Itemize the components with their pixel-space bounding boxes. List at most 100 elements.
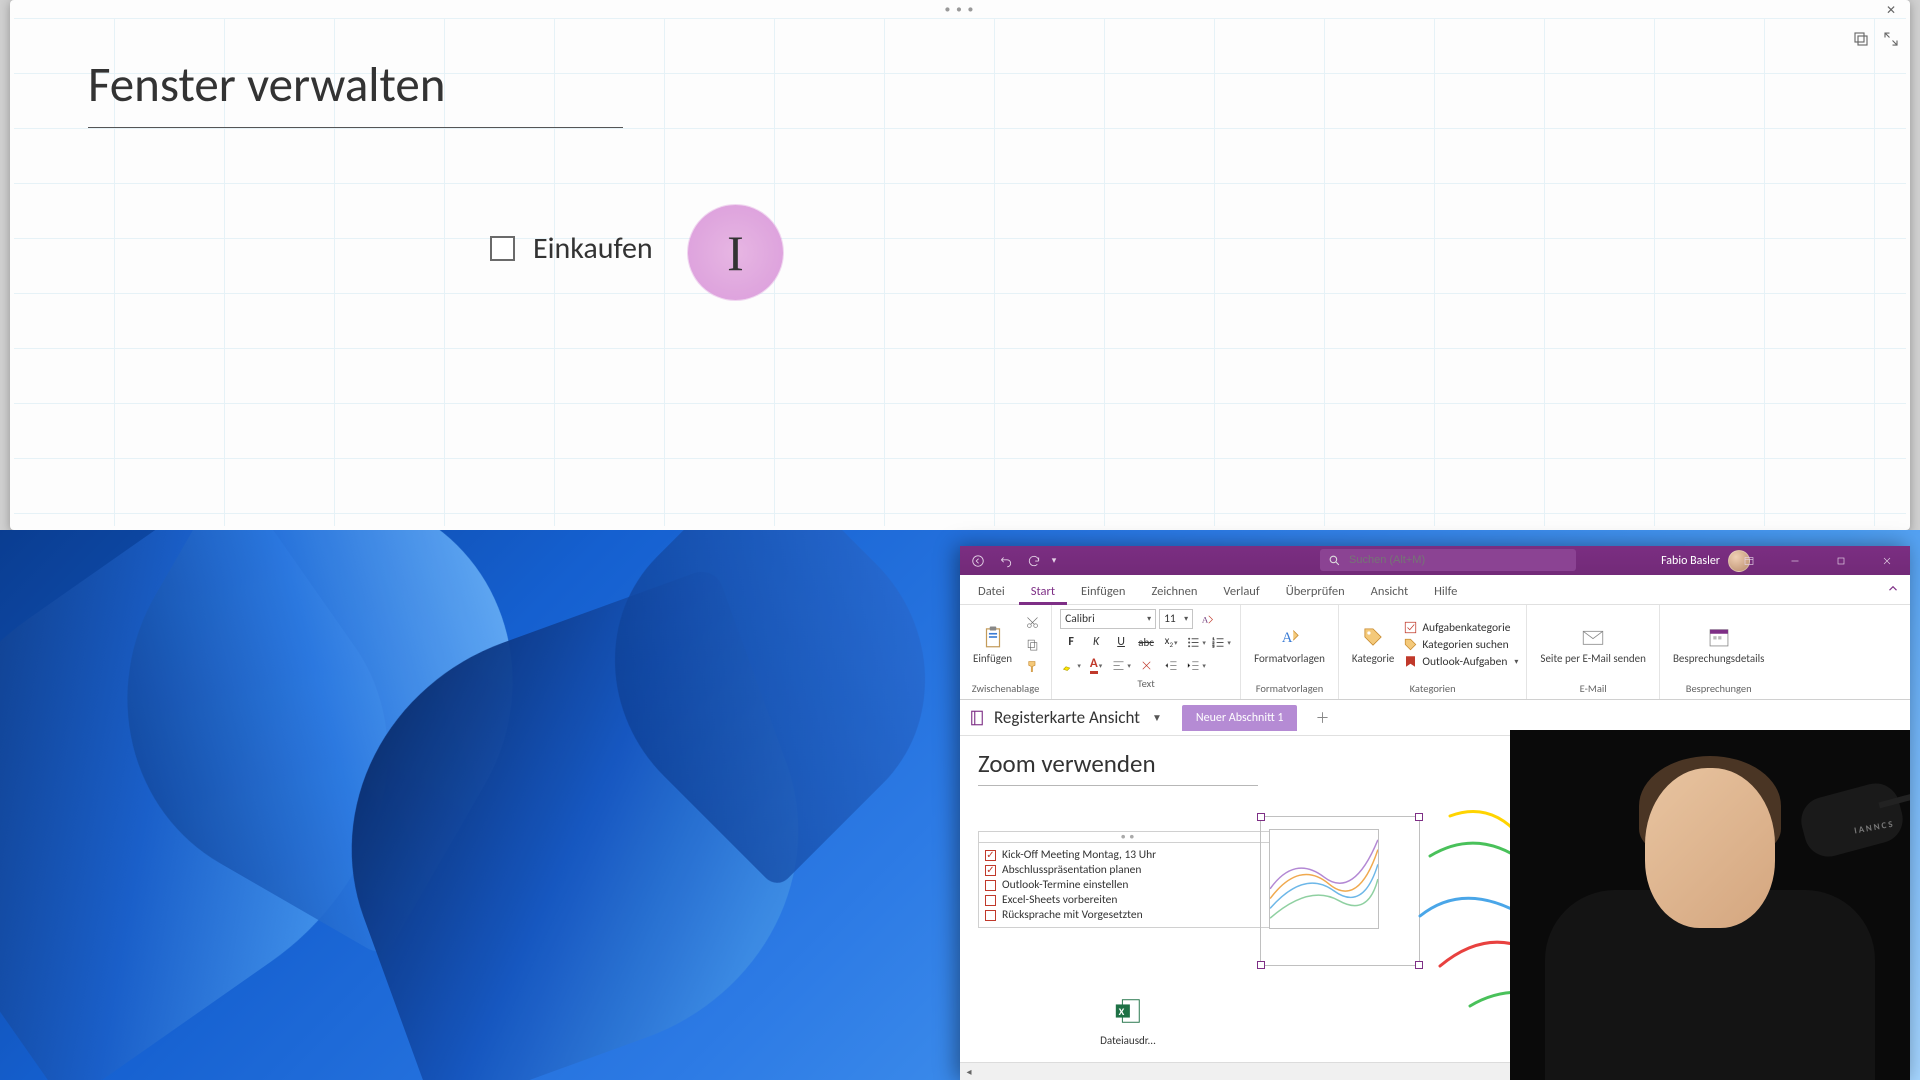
note-container[interactable]: ● ● Kick-Off Meeting Montag, 13 UhrAbsch… — [978, 831, 1278, 928]
strike-icon[interactable]: abc — [1135, 632, 1157, 652]
bold-icon[interactable]: F — [1060, 632, 1082, 652]
group-styles: A Formatvorlagen Formatvorlagen — [1241, 605, 1339, 699]
underline-icon[interactable]: U — [1110, 632, 1132, 652]
paste-button[interactable]: Einfügen — [968, 622, 1017, 668]
onenote-titlebar[interactable]: ▾ Zoom verwenden - OneNote Fabio Basler — [960, 546, 1910, 575]
italic-icon[interactable]: K — [1085, 632, 1107, 652]
horizontal-scrollbar[interactable]: ◂ ▸ — [960, 1062, 1550, 1080]
page-title[interactable]: Fenster verwalten — [88, 55, 623, 115]
checkbox-icon[interactable] — [490, 236, 515, 261]
add-section-button[interactable]: ＋ — [1311, 707, 1333, 729]
collapse-ribbon-icon[interactable] — [1886, 582, 1902, 598]
copy-icon[interactable] — [1021, 635, 1043, 655]
highlight-icon[interactable]: ▾ — [1060, 655, 1082, 675]
indent-icon[interactable]: ▾ — [1185, 655, 1207, 675]
search-input[interactable] — [1349, 554, 1568, 566]
undo-icon[interactable] — [994, 550, 1018, 572]
top-window-titlebar[interactable]: ● ● ● ✕ — [10, 0, 1910, 18]
maximize-icon[interactable] — [1818, 546, 1864, 575]
tab-start[interactable]: Start — [1019, 578, 1067, 604]
notebook-icon[interactable] — [968, 709, 986, 727]
search-box[interactable] — [1320, 549, 1576, 571]
numbering-icon[interactable]: 123▾ — [1210, 632, 1232, 652]
onenote-window: ▾ Zoom verwenden - OneNote Fabio Basler … — [960, 546, 1910, 1080]
search-icon — [1328, 554, 1341, 567]
clear-icon[interactable] — [1135, 655, 1157, 675]
excel-attachment[interactable]: X Dateiausdr... — [1088, 996, 1168, 1047]
tab-zeichnen[interactable]: Zeichnen — [1139, 578, 1209, 604]
minimize-icon[interactable] — [1772, 546, 1818, 575]
svg-text:A: A — [1201, 614, 1208, 624]
todo-row[interactable]: Rücksprache mit Vorgesetzten — [985, 908, 1271, 922]
tab-hilfe[interactable]: Hilfe — [1422, 578, 1469, 604]
group-label-styles: Formatvorlagen — [1256, 680, 1324, 697]
subscript-icon[interactable]: x2▾ — [1160, 632, 1182, 652]
bullets-icon[interactable]: ▾ — [1185, 632, 1207, 652]
user-name: Fabio Basler — [1661, 554, 1720, 568]
scroll-left-icon[interactable]: ◂ — [960, 1063, 978, 1080]
todo-label: Rücksprache mit Vorgesetzten — [1002, 908, 1143, 922]
group-email: Seite per E-Mail senden E-Mail — [1527, 605, 1660, 699]
todo-label: Abschlusspräsentation planen — [1002, 863, 1141, 877]
section-tab[interactable]: Neuer Abschnitt 1 — [1182, 705, 1298, 731]
font-size-dropdown[interactable]: 11▾ — [1159, 609, 1193, 629]
todo-label: Outlook-Termine einstellen — [1002, 878, 1128, 892]
tab-einfuegen[interactable]: Einfügen — [1069, 578, 1137, 604]
tab-verlauf[interactable]: Verlauf — [1211, 578, 1271, 604]
clipboard-icon — [980, 624, 1006, 650]
back-icon[interactable] — [966, 550, 990, 572]
cut-icon[interactable] — [1021, 613, 1043, 633]
tab-datei[interactable]: Datei — [966, 578, 1017, 604]
title-underline — [88, 127, 623, 128]
todo-row[interactable]: Kick-Off Meeting Montag, 13 Uhr — [985, 848, 1271, 862]
group-categories: Kategorie Aufgabenkategorie Kategorien s… — [1339, 605, 1527, 699]
task-category-button[interactable]: Aufgabenkategorie — [1403, 620, 1510, 635]
font-name-dropdown[interactable]: Calibri▾ — [1060, 609, 1156, 629]
drag-handle-dots[interactable]: ● ● ● — [945, 4, 975, 15]
webcam-overlay: IANNCS — [1510, 730, 1910, 1080]
meeting-details-button[interactable]: Besprechungsdetails — [1668, 622, 1770, 668]
ribbon: Einfügen Zwischenablage Calibri▾ 11▾ A — [960, 605, 1910, 700]
clear-formatting-icon[interactable]: A — [1196, 609, 1218, 629]
magnified-note-window: ● ● ● ✕ Fenster verwalten Einkaufen I — [10, 0, 1910, 530]
chevron-down-icon[interactable]: ▼ — [1152, 711, 1162, 724]
email-page-button[interactable]: Seite per E-Mail senden — [1535, 622, 1651, 668]
search-categories-button[interactable]: Kategorien suchen — [1403, 637, 1508, 652]
cursor-highlight: I — [688, 205, 783, 300]
tag-icon — [1360, 624, 1386, 650]
text-cursor-icon: I — [727, 228, 744, 278]
sync-icon[interactable] — [1022, 550, 1046, 572]
group-label-clipboard: Zwischenablage — [972, 680, 1040, 697]
todo-row[interactable]: Abschlusspräsentation planen — [985, 863, 1271, 877]
ribbon-tabs: Datei Start Einfügen Zeichnen Verlauf Üb… — [960, 575, 1910, 605]
embedded-image[interactable] — [1269, 829, 1379, 929]
todo-row[interactable]: Excel-Sheets vorbereiten — [985, 893, 1271, 907]
todo-label[interactable]: Einkaufen — [533, 230, 653, 267]
checkbox-icon[interactable] — [985, 865, 996, 876]
checkbox-icon[interactable] — [985, 895, 996, 906]
checkbox-icon[interactable] — [985, 910, 996, 921]
styles-button[interactable]: A Formatvorlagen — [1249, 622, 1330, 668]
tab-ansicht[interactable]: Ansicht — [1359, 578, 1420, 604]
font-color-icon[interactable]: A▾ — [1085, 655, 1107, 675]
chevron-down-icon[interactable]: ▾ — [1048, 555, 1060, 566]
window-close-icon[interactable] — [1864, 546, 1910, 575]
checkbox-icon[interactable] — [985, 880, 996, 891]
close-icon[interactable]: ✕ — [1884, 4, 1898, 18]
svg-text:3: 3 — [1213, 644, 1216, 649]
group-label-text: Text — [1137, 675, 1154, 692]
todo-row[interactable]: Einkaufen — [490, 230, 653, 267]
category-button[interactable]: Kategorie — [1347, 622, 1399, 668]
group-label-email: E-Mail — [1580, 680, 1607, 697]
image-selection-frame[interactable] — [1260, 816, 1420, 966]
note-drag-handle[interactable]: ● ● — [978, 831, 1278, 842]
tab-ueberpruefen[interactable]: Überprüfen — [1274, 578, 1357, 604]
align-icon[interactable]: ▾ — [1110, 655, 1132, 675]
ribbon-mode-icon[interactable] — [1726, 546, 1772, 575]
outdent-icon[interactable] — [1160, 655, 1182, 675]
format-painter-icon[interactable] — [1021, 657, 1043, 677]
checkbox-icon[interactable] — [985, 850, 996, 861]
outlook-tasks-button[interactable]: Outlook-Aufgaben▾ — [1403, 654, 1518, 669]
notebook-name[interactable]: Registerkarte Ansicht — [994, 707, 1140, 728]
todo-row[interactable]: Outlook-Termine einstellen — [985, 878, 1271, 892]
